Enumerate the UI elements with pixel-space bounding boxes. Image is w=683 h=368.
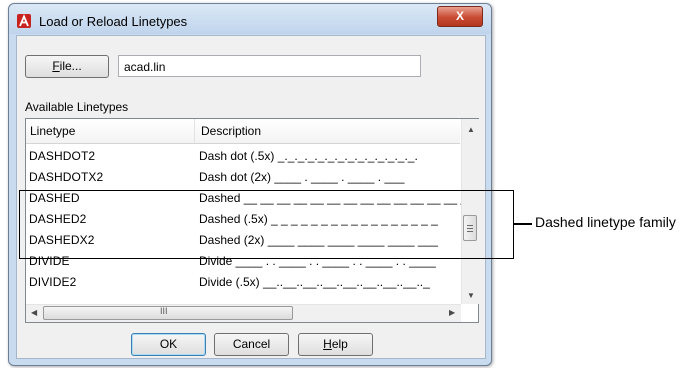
grip-icon: III	[160, 306, 168, 316]
file-button[interactable]: File...	[25, 55, 109, 78]
list-item[interactable]: DIVIDE2 Divide (.5x) __..__..__..__..__.…	[26, 272, 460, 293]
close-icon: X	[455, 9, 464, 23]
help-button[interactable]: Help	[298, 333, 373, 356]
linetype-description: Dash dot (2x) ____ . ____ . ____ . ___	[199, 170, 405, 184]
available-linetypes-label: Available Linetypes	[25, 100, 129, 114]
scroll-right-arrow-icon[interactable]: ▶	[449, 308, 455, 317]
callout-leader-line	[514, 223, 532, 225]
linetype-name: DASHDOT2	[29, 149, 96, 163]
close-button[interactable]: X	[437, 6, 483, 27]
scroll-up-arrow-icon[interactable]: ▲	[467, 125, 475, 134]
column-divider[interactable]	[194, 119, 195, 143]
scroll-down-arrow-icon[interactable]: ▼	[467, 291, 475, 300]
linetype-file-field[interactable]: acad.lin	[118, 55, 421, 77]
horizontal-scroll-thumb[interactable]: III	[43, 306, 293, 320]
linetype-description: Dash dot (.5x) _._._._._._._._._._._._._…	[199, 149, 418, 163]
dialog-title: Load or Reload Linetypes	[39, 14, 188, 29]
callout-label: Dashed linetype family	[535, 214, 676, 230]
linetype-name: DIVIDE2	[29, 275, 77, 289]
ok-button[interactable]: OK	[131, 333, 206, 356]
file-button-accel: F	[52, 59, 60, 73]
column-header-description[interactable]: Description	[201, 124, 261, 138]
autocad-logo-icon	[17, 14, 31, 28]
column-header-linetype[interactable]: Linetype	[30, 124, 75, 138]
linetype-name: DASHDOTX2	[29, 170, 104, 184]
file-button-label: ile...	[59, 59, 82, 73]
help-button-label: elp	[331, 337, 348, 351]
load-linetypes-dialog: Load or Reload Linetypes X File... acad.…	[8, 3, 492, 366]
list-header: Linetype Description	[26, 119, 460, 144]
cancel-button[interactable]: Cancel	[214, 333, 289, 356]
horizontal-scrollbar[interactable]: ◀ III ▶	[26, 304, 461, 322]
dashed-family-highlight	[19, 190, 514, 259]
scroll-left-arrow-icon[interactable]: ◀	[31, 308, 37, 317]
help-button-accel: H	[323, 337, 332, 351]
list-item[interactable]: DASHDOTX2 Dash dot (2x) ____ . ____ . __…	[26, 167, 460, 188]
linetype-description: Divide (.5x) __..__..__..__..__..__..__.…	[199, 275, 430, 289]
list-item[interactable]: DASHDOT2 Dash dot (.5x) _._._._._._._._.…	[26, 146, 460, 167]
title-bar[interactable]: Load or Reload Linetypes X	[9, 4, 491, 34]
